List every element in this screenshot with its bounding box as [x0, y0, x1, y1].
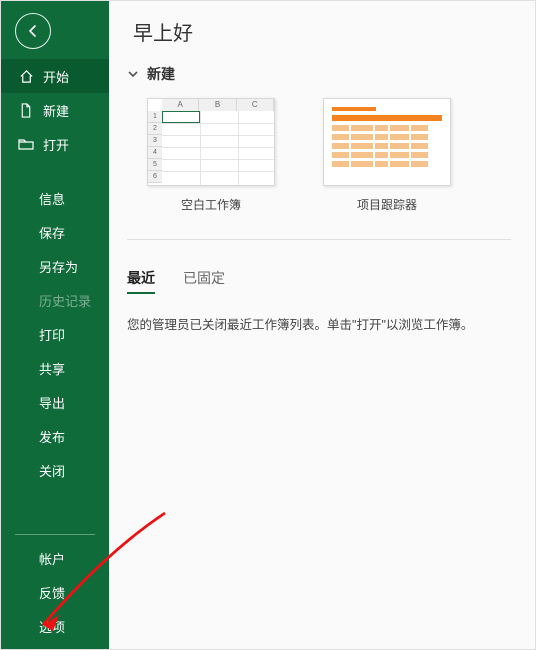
tab-pinned[interactable]: 已固定	[183, 268, 225, 294]
sidebar-item-label: 反馈	[39, 583, 65, 602]
sidebar-item-label: 打开	[43, 135, 69, 154]
sidebar-item-label: 共享	[39, 359, 65, 378]
backstage-sidebar: 开始 新建 打开 信息 保存 另存为 历史记录 打印 共享 导出 发布 关闭	[1, 1, 109, 649]
page-title: 早上好	[133, 17, 511, 46]
sidebar-item-home[interactable]: 开始	[1, 59, 109, 93]
sidebar-item-label: 选项	[39, 617, 65, 636]
sidebar-item-info[interactable]: 信息	[1, 181, 109, 215]
file-icon	[17, 103, 35, 118]
template-project-tracker[interactable]: 项目跟踪器	[323, 98, 451, 213]
sidebar-item-close[interactable]: 关闭	[1, 453, 109, 487]
sidebar-item-options[interactable]: 选项	[1, 609, 109, 643]
section-label: 新建	[147, 64, 175, 84]
sidebar-item-label: 帐户	[39, 549, 65, 568]
sidebar-item-label: 历史记录	[39, 291, 91, 310]
sidebar-item-history: 历史记录	[1, 283, 109, 317]
sidebar-item-label: 关闭	[39, 461, 65, 480]
sidebar-item-label: 开始	[43, 67, 69, 86]
sidebar-item-label: 另存为	[39, 257, 78, 276]
sidebar-item-feedback[interactable]: 反馈	[1, 575, 109, 609]
sidebar-item-publish[interactable]: 发布	[1, 419, 109, 453]
sidebar-item-export[interactable]: 导出	[1, 385, 109, 419]
template-label: 项目跟踪器	[357, 196, 417, 213]
sidebar-item-save[interactable]: 保存	[1, 215, 109, 249]
main-content: 早上好 新建 ABC 123456	[109, 1, 535, 649]
template-thumbnail	[323, 98, 451, 186]
sidebar-item-label: 新建	[43, 101, 69, 120]
recent-disabled-message: 您的管理员已关闭最近工作簿列表。单击"打开"以浏览工作簿。	[127, 314, 511, 333]
back-button[interactable]	[15, 13, 51, 49]
template-label: 空白工作簿	[181, 196, 241, 213]
home-icon	[17, 69, 35, 84]
templates-list: ABC 123456 空白工作簿	[127, 98, 511, 240]
sidebar-item-label: 导出	[39, 393, 65, 412]
new-section-header[interactable]: 新建	[127, 64, 511, 84]
chevron-down-icon	[127, 68, 139, 80]
sidebar-item-label: 信息	[39, 189, 65, 208]
template-thumbnail: ABC 123456	[147, 98, 275, 186]
sidebar-item-print[interactable]: 打印	[1, 317, 109, 351]
sidebar-item-label: 保存	[39, 223, 65, 242]
back-arrow-icon	[25, 23, 41, 39]
tab-recent[interactable]: 最近	[127, 268, 155, 294]
sidebar-item-label: 打印	[39, 325, 65, 344]
template-blank-workbook[interactable]: ABC 123456 空白工作簿	[147, 98, 275, 213]
sidebar-item-saveas[interactable]: 另存为	[1, 249, 109, 283]
folder-icon	[17, 137, 35, 151]
sidebar-item-new[interactable]: 新建	[1, 93, 109, 127]
sidebar-item-open[interactable]: 打开	[1, 127, 109, 161]
sidebar-item-label: 发布	[39, 427, 65, 446]
sidebar-item-account[interactable]: 帐户	[1, 541, 109, 575]
sidebar-divider	[15, 534, 95, 535]
sidebar-item-share[interactable]: 共享	[1, 351, 109, 385]
recent-tabs: 最近 已固定	[127, 268, 511, 294]
